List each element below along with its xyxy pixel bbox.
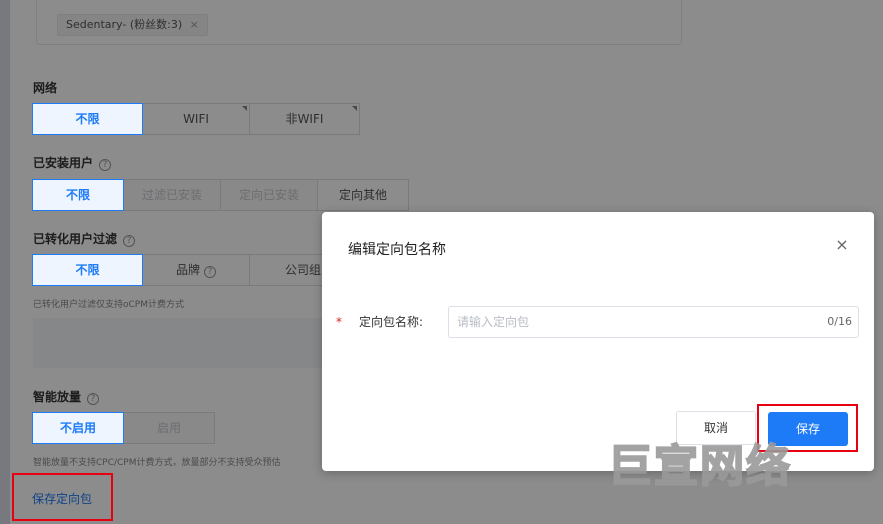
package-name-label: 定向包名称: [359,315,424,329]
package-name-input[interactable] [450,308,810,336]
smart-option-off[interactable]: 不启用 [32,412,124,444]
required-mark: * [336,315,342,329]
dialog-title: 编辑定向包名称 [348,242,446,258]
watermark-logo: 巨宣网络 [607,440,792,493]
package-name-field[interactable]: 0/16 [448,306,859,338]
char-counter: 0/16 [827,315,852,328]
close-icon[interactable]: × [833,236,851,254]
installed-option-any[interactable]: 不限 [32,179,124,211]
converted-option-any[interactable]: 不限 [32,254,143,286]
network-option-any[interactable]: 不限 [32,103,143,135]
highlight-box-save-package [12,473,113,521]
